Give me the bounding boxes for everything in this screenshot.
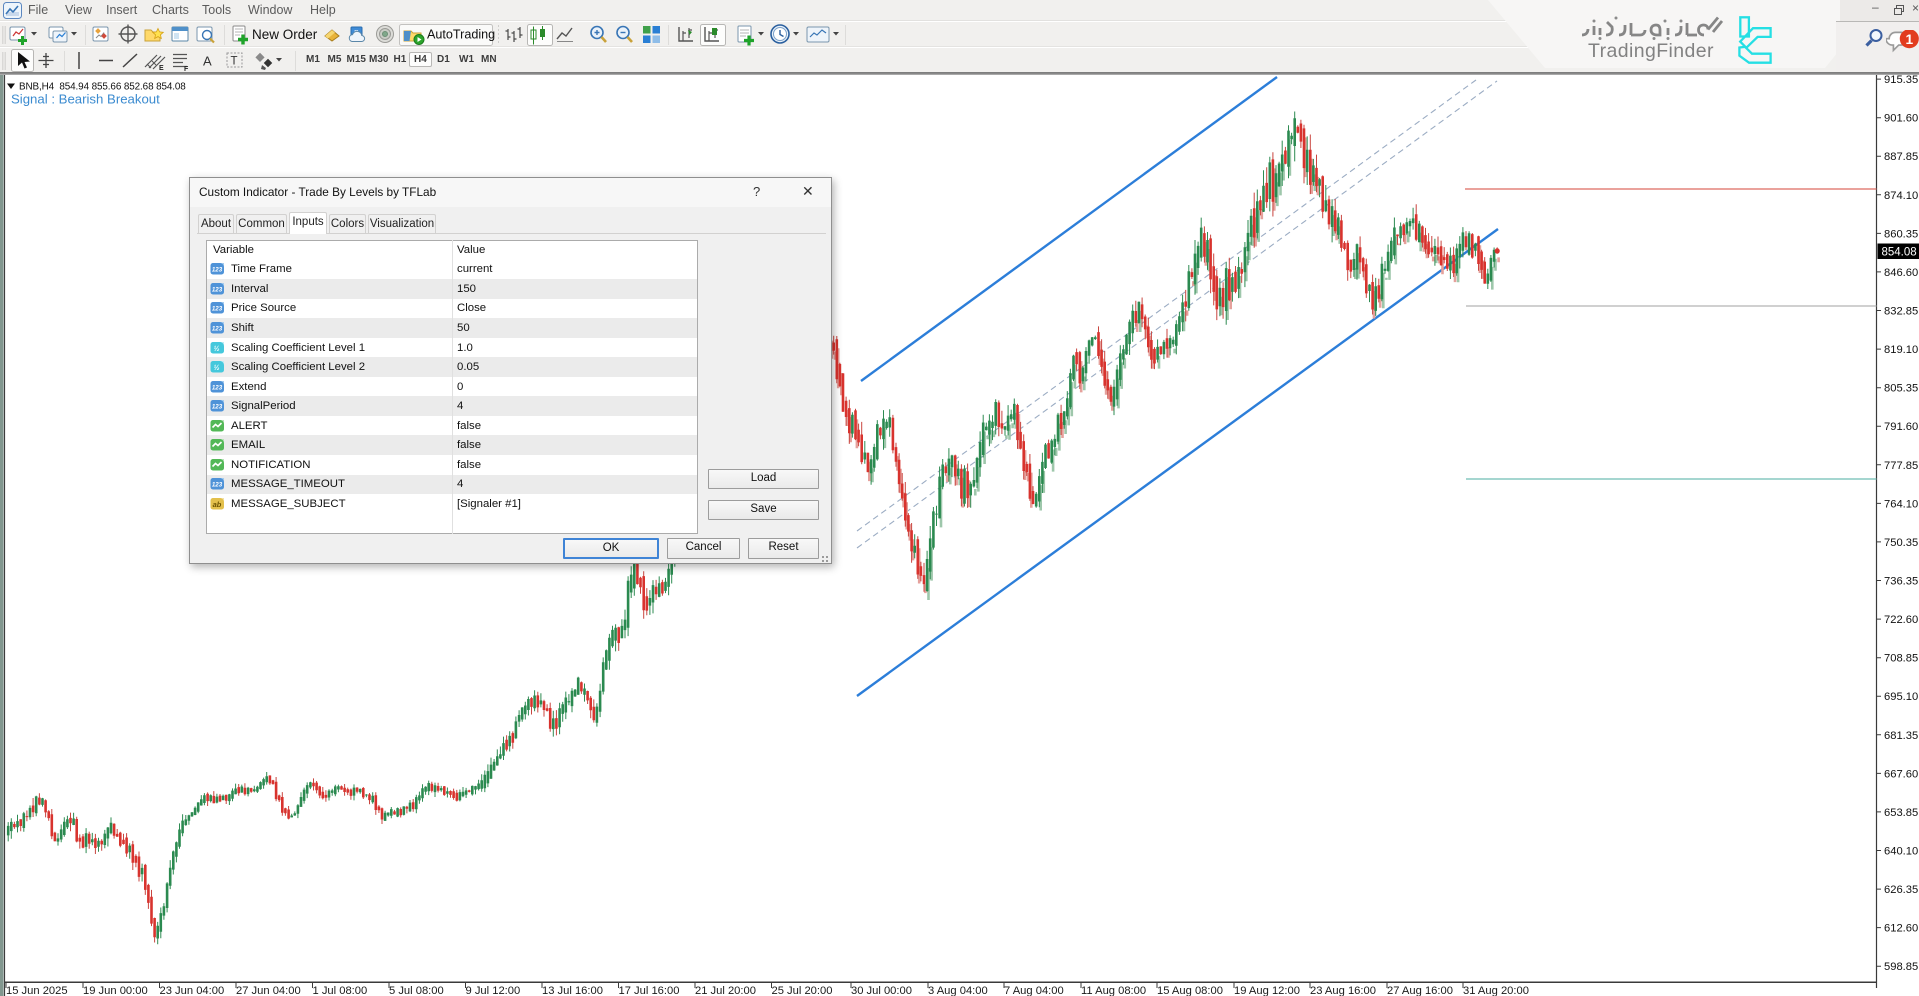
svg-text:722.60: 722.60 (1884, 614, 1918, 626)
svg-text:½: ½ (214, 364, 220, 372)
svg-text:11 Aug 08:00: 11 Aug 08:00 (1081, 985, 1146, 996)
svg-text:750.35: 750.35 (1884, 537, 1918, 549)
svg-text:846.60: 846.60 (1884, 267, 1918, 279)
svg-text:3 Aug 04:00: 3 Aug 04:00 (928, 985, 988, 996)
svg-text:25 Jul 20:00: 25 Jul 20:00 (772, 985, 833, 996)
svg-text:7 Aug 04:00: 7 Aug 04:00 (1004, 985, 1064, 996)
svg-text:23 Aug 16:00: 23 Aug 16:00 (1310, 985, 1376, 996)
svg-text:19 Jun 00:00: 19 Jun 00:00 (83, 985, 148, 996)
svg-text:123: 123 (212, 482, 223, 489)
svg-text:915.35: 915.35 (1884, 74, 1918, 86)
svg-text:A: A (203, 54, 212, 69)
svg-text:791.60: 791.60 (1884, 421, 1918, 433)
svg-text:901.60: 901.60 (1884, 113, 1918, 125)
svg-text:736.35: 736.35 (1884, 576, 1918, 588)
svg-text:21 Jul 20:00: 21 Jul 20:00 (695, 985, 756, 996)
svg-text:½: ½ (214, 344, 220, 352)
svg-text:1: 1 (1905, 32, 1913, 47)
svg-text:E: E (159, 65, 164, 72)
svg-text:708.85: 708.85 (1884, 653, 1918, 665)
svg-text:854.08: 854.08 (1882, 246, 1917, 258)
svg-text:887.85: 887.85 (1884, 151, 1918, 163)
svg-text:626.35: 626.35 (1884, 884, 1918, 896)
svg-text:123: 123 (212, 306, 223, 313)
svg-text:612.60: 612.60 (1884, 923, 1918, 935)
svg-text:13 Jul 16:00: 13 Jul 16:00 (542, 985, 603, 996)
svg-text:819.10: 819.10 (1884, 344, 1918, 356)
svg-text:805.35: 805.35 (1884, 383, 1918, 395)
svg-text:123: 123 (212, 384, 223, 391)
svg-text:ab: ab (213, 500, 222, 509)
svg-text:19 Aug 12:00: 19 Aug 12:00 (1234, 985, 1300, 996)
svg-text:15 Jun 2025: 15 Jun 2025 (6, 985, 68, 996)
svg-text:123: 123 (212, 286, 223, 293)
svg-text:AutoTrading: AutoTrading (427, 28, 495, 42)
svg-text:T: T (231, 56, 238, 68)
svg-text:123: 123 (212, 267, 223, 274)
svg-text:27 Aug 16:00: 27 Aug 16:00 (1387, 985, 1453, 996)
svg-text:New Order: New Order (252, 27, 318, 42)
svg-text:777.85: 777.85 (1884, 460, 1918, 472)
svg-text:23 Jun 04:00: 23 Jun 04:00 (160, 985, 225, 996)
svg-text:123: 123 (212, 326, 223, 333)
svg-text:123: 123 (212, 404, 223, 411)
svg-text:1 Jul 08:00: 1 Jul 08:00 (313, 985, 368, 996)
svg-text:30 Jul 00:00: 30 Jul 00:00 (851, 985, 912, 996)
svg-text:667.60: 667.60 (1884, 768, 1918, 780)
svg-text:764.10: 764.10 (1884, 498, 1918, 510)
svg-text:31 Aug 20:00: 31 Aug 20:00 (1463, 985, 1529, 996)
svg-text:15 Aug 08:00: 15 Aug 08:00 (1157, 985, 1223, 996)
svg-text:832.85: 832.85 (1884, 306, 1918, 318)
svg-text:653.85: 653.85 (1884, 807, 1918, 819)
svg-text:5 Jul 08:00: 5 Jul 08:00 (389, 985, 444, 996)
svg-text:17 Jul 16:00: 17 Jul 16:00 (619, 985, 680, 996)
svg-text:Signal : Bearish Breakout: Signal : Bearish Breakout (11, 92, 160, 107)
svg-text:681.35: 681.35 (1884, 730, 1918, 742)
svg-text:598.85: 598.85 (1884, 961, 1918, 973)
svg-text:27 Jun 04:00: 27 Jun 04:00 (236, 985, 301, 996)
svg-text:695.10: 695.10 (1884, 691, 1918, 703)
svg-text:860.35: 860.35 (1884, 228, 1918, 240)
svg-text:874.10: 874.10 (1884, 190, 1918, 202)
svg-text:9 Jul 12:00: 9 Jul 12:00 (466, 985, 521, 996)
svg-text:640.10: 640.10 (1884, 846, 1918, 858)
